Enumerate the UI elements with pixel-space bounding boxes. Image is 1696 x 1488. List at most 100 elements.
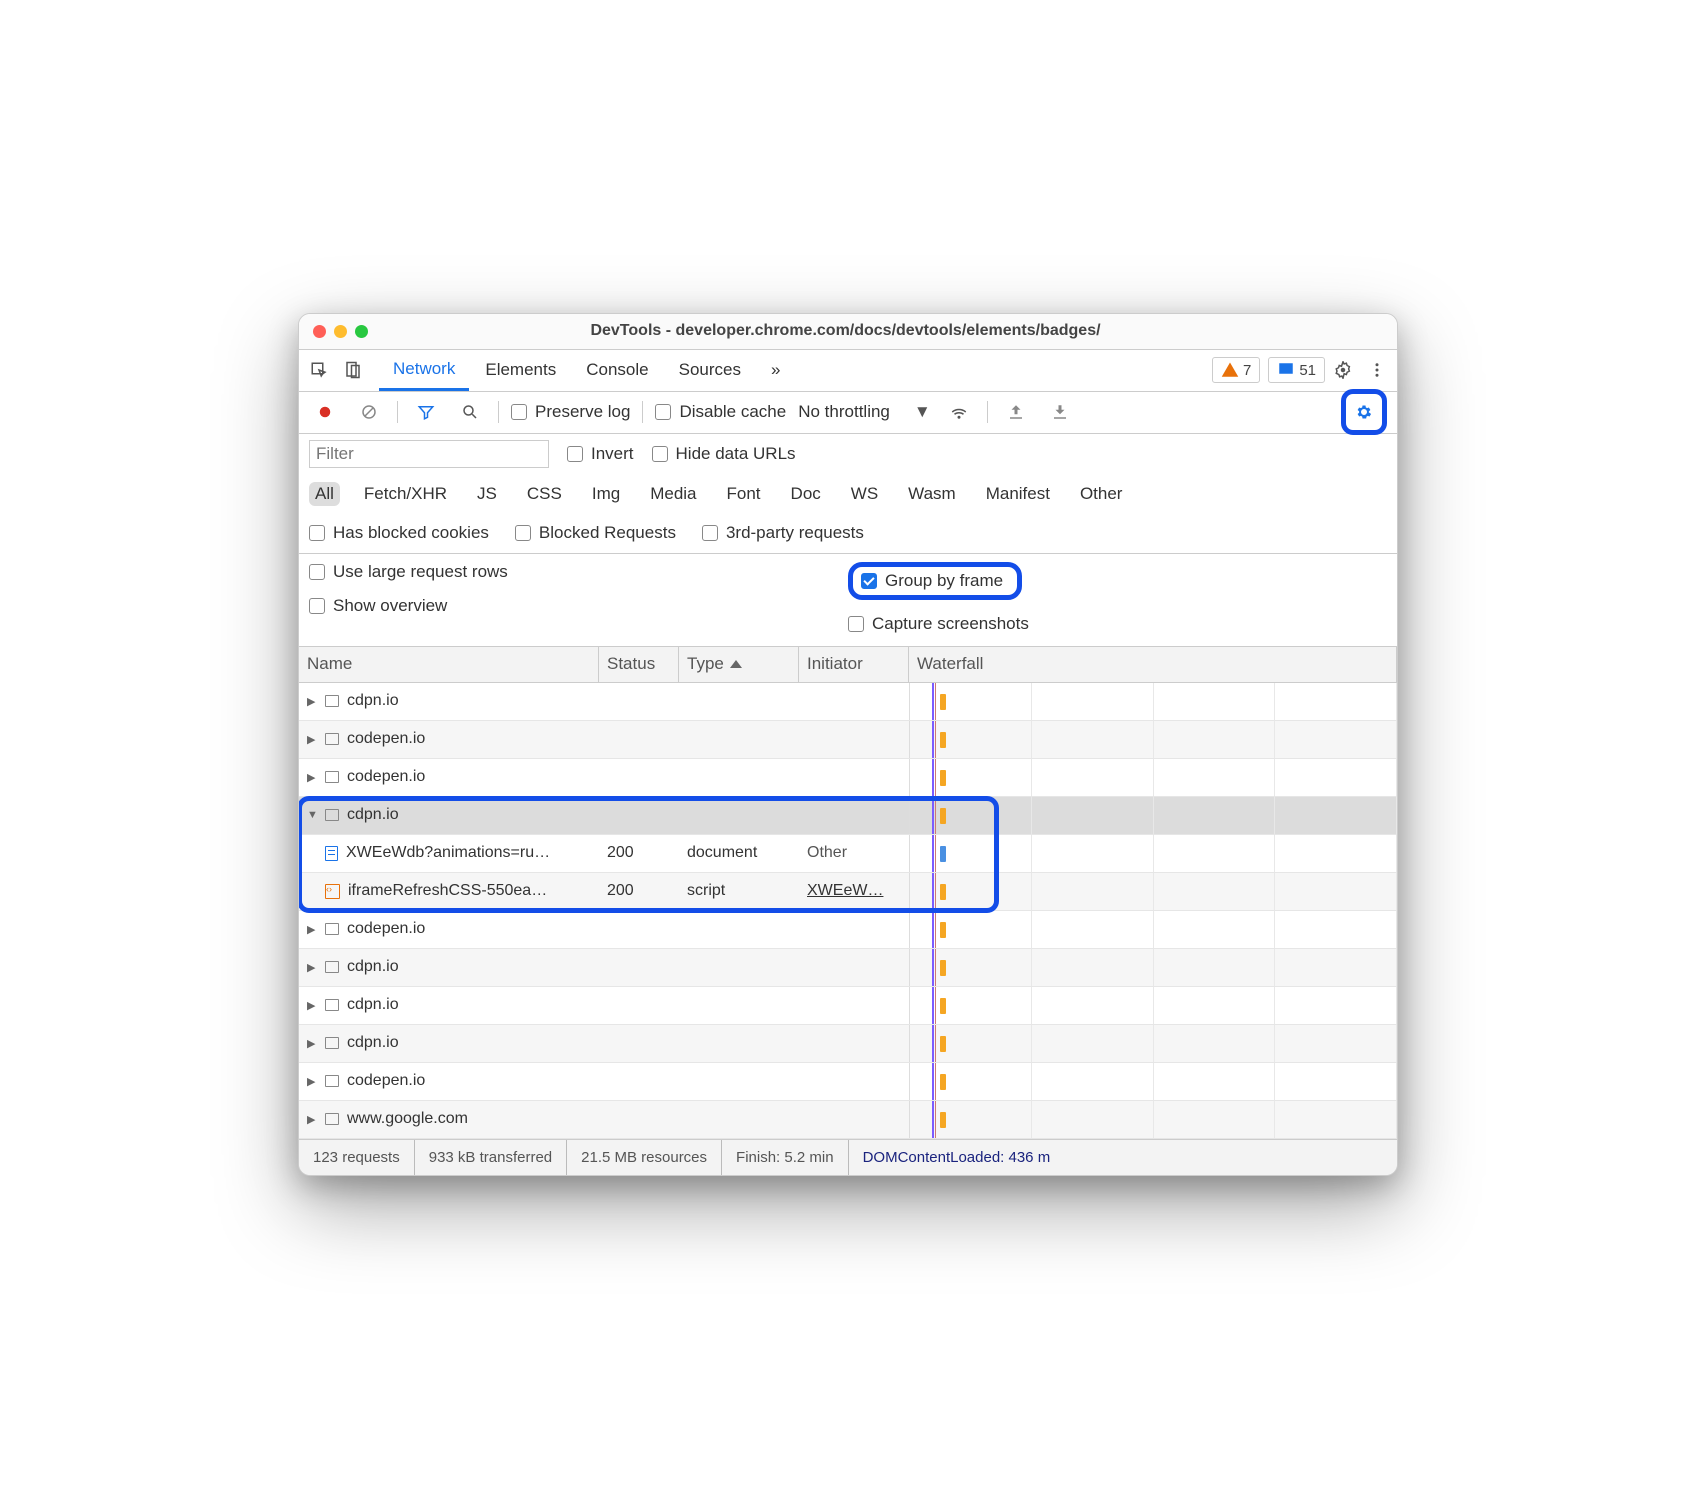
cell-initiator bbox=[799, 759, 909, 796]
filter-chip-doc[interactable]: Doc bbox=[785, 482, 827, 506]
cell-waterfall bbox=[909, 949, 1397, 986]
frame-group-row[interactable]: ▶www.google.com bbox=[299, 1101, 1397, 1139]
cell-status bbox=[599, 721, 679, 758]
maximize-window-button[interactable] bbox=[355, 325, 368, 338]
tab-network[interactable]: Network bbox=[379, 349, 469, 391]
filter-chip-js[interactable]: JS bbox=[471, 482, 503, 506]
col-waterfall[interactable]: Waterfall bbox=[909, 647, 1397, 682]
download-har-icon[interactable] bbox=[1044, 396, 1076, 428]
messages-chip[interactable]: 51 bbox=[1268, 357, 1325, 383]
throttling-select[interactable]: No throttling▼ bbox=[798, 402, 931, 422]
group-by-frame-checkbox[interactable]: Group by frame bbox=[861, 571, 1003, 591]
warnings-chip[interactable]: 7 bbox=[1212, 357, 1260, 383]
col-name[interactable]: Name bbox=[299, 647, 599, 682]
frame-group-row[interactable]: ▶cdpn.io bbox=[299, 1025, 1397, 1063]
minimize-window-button[interactable] bbox=[334, 325, 347, 338]
inspect-element-icon[interactable] bbox=[303, 354, 335, 386]
status-finish: Finish: 5.2 min bbox=[722, 1140, 849, 1175]
frame-label: cdpn.io bbox=[347, 996, 399, 1014]
network-conditions-icon[interactable] bbox=[943, 396, 975, 428]
cell-initiator bbox=[799, 797, 909, 834]
cell-status bbox=[599, 949, 679, 986]
frame-label: cdpn.io bbox=[347, 692, 399, 710]
close-window-button[interactable] bbox=[313, 325, 326, 338]
filter-icon[interactable] bbox=[410, 396, 442, 428]
frame-group-row[interactable]: ▶codepen.io bbox=[299, 759, 1397, 797]
col-type[interactable]: Type bbox=[679, 647, 799, 682]
show-overview-checkbox[interactable]: Show overview bbox=[309, 596, 848, 616]
record-icon[interactable] bbox=[309, 396, 341, 428]
cell-status bbox=[599, 1101, 679, 1138]
expand-arrow-icon[interactable]: ▶ bbox=[307, 1113, 323, 1126]
kebab-menu-icon[interactable] bbox=[1361, 354, 1393, 386]
frame-group-row[interactable]: ▶codepen.io bbox=[299, 721, 1397, 759]
frame-group-row[interactable]: ▶cdpn.io bbox=[299, 949, 1397, 987]
filter-chip-ws[interactable]: WS bbox=[845, 482, 884, 506]
blocked-cookies-checkbox[interactable]: Has blocked cookies bbox=[309, 523, 489, 543]
expand-arrow-icon[interactable]: ▶ bbox=[307, 733, 323, 746]
titlebar: DevTools - developer.chrome.com/docs/dev… bbox=[299, 314, 1397, 350]
search-icon[interactable] bbox=[454, 396, 486, 428]
expand-arrow-icon[interactable]: ▶ bbox=[307, 923, 323, 936]
filter-chip-fetchxhr[interactable]: Fetch/XHR bbox=[358, 482, 453, 506]
capture-screenshots-checkbox[interactable]: Capture screenshots bbox=[848, 614, 1387, 634]
frame-icon bbox=[325, 771, 339, 783]
cell-waterfall bbox=[909, 759, 1397, 796]
col-status[interactable]: Status bbox=[599, 647, 679, 682]
large-rows-checkbox[interactable]: Use large request rows bbox=[309, 562, 848, 582]
cell-initiator bbox=[799, 987, 909, 1024]
tab-elements[interactable]: Elements bbox=[471, 349, 570, 391]
tab-sources[interactable]: Sources bbox=[665, 349, 755, 391]
device-toggle-icon[interactable] bbox=[337, 354, 369, 386]
filter-chip-css[interactable]: CSS bbox=[521, 482, 568, 506]
expand-arrow-icon[interactable]: ▼ bbox=[307, 809, 323, 821]
frame-icon bbox=[325, 961, 339, 973]
filter-chip-manifest[interactable]: Manifest bbox=[980, 482, 1056, 506]
network-settings-icon[interactable] bbox=[1348, 396, 1380, 428]
cell-waterfall bbox=[909, 873, 1397, 910]
tab-more[interactable]: » bbox=[757, 349, 794, 391]
request-name: iframeRefreshCSS-550ea… bbox=[348, 882, 547, 900]
frame-group-row[interactable]: ▶ cdpn.io bbox=[299, 987, 1397, 1025]
disable-cache-checkbox[interactable]: Disable cache bbox=[655, 402, 786, 422]
expand-arrow-icon[interactable]: ▶ bbox=[307, 771, 323, 784]
frame-group-row[interactable]: ▶ codepen.io bbox=[299, 1063, 1397, 1101]
upload-har-icon[interactable] bbox=[1000, 396, 1032, 428]
expand-arrow-icon[interactable]: ▶ bbox=[307, 695, 323, 708]
cell-type: document bbox=[679, 835, 799, 872]
tab-console[interactable]: Console bbox=[572, 349, 662, 391]
cell-waterfall bbox=[909, 683, 1397, 720]
filter-chip-media[interactable]: Media bbox=[644, 482, 702, 506]
filter-chip-font[interactable]: Font bbox=[721, 482, 767, 506]
filter-chip-img[interactable]: Img bbox=[586, 482, 626, 506]
expand-arrow-icon[interactable]: ▶ bbox=[307, 999, 323, 1012]
cell-initiator bbox=[799, 911, 909, 948]
filter-chip-wasm[interactable]: Wasm bbox=[902, 482, 962, 506]
cell-type bbox=[679, 721, 799, 758]
filter-input[interactable] bbox=[309, 440, 549, 468]
expand-arrow-icon[interactable]: ▶ bbox=[307, 961, 323, 974]
hide-data-urls-checkbox[interactable]: Hide data URLs bbox=[652, 444, 796, 464]
frame-label: codepen.io bbox=[347, 1072, 425, 1090]
frame-group-row[interactable]: ▶codepen.io bbox=[299, 911, 1397, 949]
cell-waterfall bbox=[909, 797, 1397, 834]
preserve-log-checkbox[interactable]: Preserve log bbox=[511, 402, 630, 422]
frame-group-row[interactable]: ▶ cdpn.io bbox=[299, 683, 1397, 721]
third-party-checkbox[interactable]: 3rd-party requests bbox=[702, 523, 864, 543]
cell-initiator[interactable]: XWEeW… bbox=[799, 873, 909, 910]
filter-chip-all[interactable]: All bbox=[309, 482, 340, 506]
request-row[interactable]: iframeRefreshCSS-550ea…200scriptXWEeW… bbox=[299, 873, 1397, 911]
request-row[interactable]: XWEeWdb?animations=ru…200documentOther bbox=[299, 835, 1397, 873]
cell-waterfall bbox=[909, 721, 1397, 758]
frame-group-row[interactable]: ▼cdpn.io bbox=[299, 797, 1397, 835]
clear-icon[interactable] bbox=[353, 396, 385, 428]
advanced-filters: Has blocked cookies Blocked Requests 3rd… bbox=[299, 514, 1397, 554]
cell-type bbox=[679, 797, 799, 834]
blocked-requests-checkbox[interactable]: Blocked Requests bbox=[515, 523, 676, 543]
col-initiator[interactable]: Initiator bbox=[799, 647, 909, 682]
settings-icon[interactable] bbox=[1327, 354, 1359, 386]
filter-chip-other[interactable]: Other bbox=[1074, 482, 1129, 506]
expand-arrow-icon[interactable]: ▶ bbox=[307, 1037, 323, 1050]
invert-checkbox[interactable]: Invert bbox=[567, 444, 634, 464]
expand-arrow-icon[interactable]: ▶ bbox=[307, 1075, 323, 1088]
